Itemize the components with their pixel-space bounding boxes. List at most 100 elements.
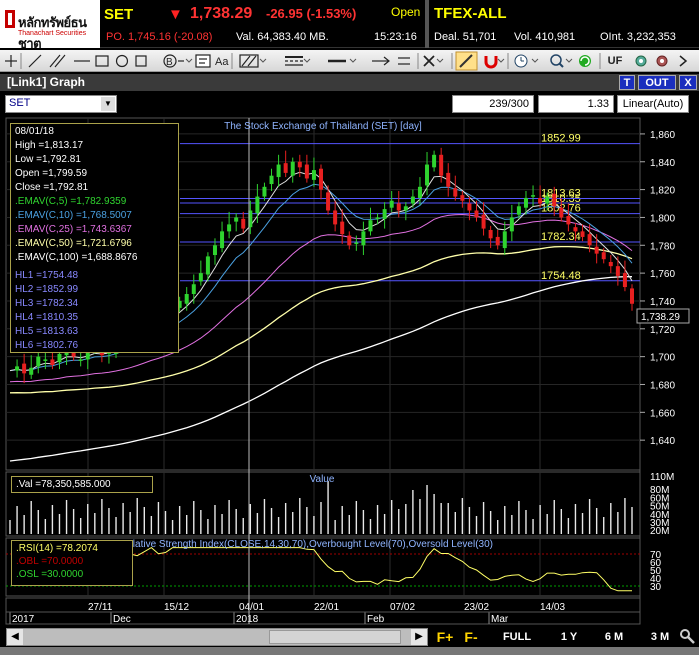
svg-text:Aa: Aa <box>215 56 229 68</box>
text-tool-icon[interactable] <box>195 54 211 68</box>
info-emav5: .EMAV(C,5) =1,782.9359 <box>15 196 127 207</box>
price-tick-label: 1,860 <box>650 130 675 141</box>
pattern-icon[interactable] <box>239 54 259 68</box>
full-button[interactable]: FULL <box>500 628 534 646</box>
index-symbol[interactable]: SET <box>104 6 133 23</box>
info-date: 08/01/18 <box>15 126 54 137</box>
close-button[interactable]: X <box>679 75 697 90</box>
zoom-icon[interactable] <box>550 54 564 68</box>
period-label: Dec <box>113 614 131 625</box>
crosshair-icon[interactable] <box>5 55 17 67</box>
candle-body <box>615 266 620 276</box>
wrench-icon[interactable] <box>679 628 697 646</box>
square-icon[interactable] <box>135 55 147 67</box>
logo-icon <box>5 10 15 28</box>
candle-body <box>630 288 634 304</box>
rectangle-icon[interactable] <box>95 55 109 67</box>
value-axis: 110M80M60M50M40M30M20M <box>650 472 674 537</box>
clock-icon[interactable] <box>514 54 528 68</box>
candle-body <box>191 284 196 294</box>
info-hl4: HL4 =1810.35 <box>15 312 79 323</box>
candle-body <box>622 273 627 288</box>
info-hl2: HL2 =1852.99 <box>15 284 79 295</box>
price-tick-label: 1,700 <box>650 353 675 364</box>
broker-logo: หลักทรัพย์ธนชาต Thanachart Securities <box>0 0 100 51</box>
candle-body <box>361 231 366 246</box>
info-emav50: .EMAV(C,50) =1,721.6796 <box>15 238 132 249</box>
candle-body <box>495 236 500 246</box>
scroll-right-icon[interactable]: ▶ <box>411 629 427 645</box>
f-minus-button[interactable]: F- <box>459 628 483 646</box>
fibonacci-icon[interactable]: B <box>163 54 184 68</box>
6m-button[interactable]: 6 M <box>598 628 630 646</box>
candle-body <box>594 246 599 254</box>
rsi-tick-label: 70 <box>650 550 662 561</box>
candle-body <box>347 235 352 246</box>
uf-button[interactable]: UF <box>604 52 626 70</box>
info-osl: .OSL =30.0000 <box>16 569 84 580</box>
out-button[interactable]: OUT <box>638 75 676 90</box>
settings-icon[interactable] <box>635 55 647 67</box>
refresh-icon[interactable] <box>579 55 591 67</box>
period-label: Mar <box>491 614 509 625</box>
symbol-select[interactable]: SET ▼ <box>5 95 117 113</box>
scroll-left-icon[interactable]: ◀ <box>7 629 23 645</box>
price-tick-label: 1,760 <box>650 269 675 280</box>
line-style-icon[interactable] <box>285 56 303 66</box>
1y-button[interactable]: 1 Y <box>554 628 584 646</box>
scroll-thumb[interactable] <box>269 630 401 644</box>
candle-body <box>241 218 246 229</box>
candle-body <box>304 164 309 179</box>
tfex-symbol[interactable]: TFEX-ALL <box>434 5 507 22</box>
bottom-nav: ◀ ▶ F+ F- FULL 1 Y 6 M 3 M <box>0 627 699 647</box>
t-button[interactable]: T <box>619 75 635 90</box>
f-plus-button[interactable]: F+ <box>434 628 456 646</box>
candle-body <box>297 161 302 168</box>
3m-button[interactable]: 3 M <box>644 628 676 646</box>
info-high: High =1,813.17 <box>15 140 84 151</box>
date-tick-label: 15/12 <box>164 602 189 613</box>
nav-arrow-icon[interactable] <box>679 55 688 67</box>
price-change: -26.95 (-1.53%) <box>266 6 357 21</box>
candle-body <box>580 231 585 237</box>
price-tick-label: 1,740 <box>650 297 675 308</box>
price-tick-label: 1,720 <box>650 325 675 336</box>
scale-mode-field[interactable]: Linear(Auto) <box>617 95 689 113</box>
arrows-icon[interactable] <box>372 56 410 66</box>
magnet-icon[interactable] <box>484 56 498 69</box>
rsi-info-box: .RSI(14) =78.2074 .OBL =70.0000 .OSL =30… <box>11 540 133 586</box>
candle-body <box>220 231 225 249</box>
date-tick-label: 23/02 <box>464 602 489 613</box>
candle-body <box>333 210 338 225</box>
info-hl6: HL6 =1802.76 <box>15 340 79 351</box>
candle-body <box>276 164 281 178</box>
candle-body <box>453 188 458 197</box>
chevron-down-icon[interactable]: ▼ <box>101 97 115 111</box>
candle-body <box>50 359 55 365</box>
candle-body <box>552 193 557 207</box>
circle-icon[interactable] <box>115 54 129 68</box>
level-label-hl1: 1754.48 <box>541 270 581 282</box>
parallel-lines-icon[interactable] <box>49 54 66 68</box>
price-tick-label: 1,820 <box>650 186 675 197</box>
date-tick-label: 22/01 <box>314 602 339 613</box>
candle-body <box>85 352 90 360</box>
candle-body <box>538 197 543 204</box>
chart-scrollbar[interactable]: ◀ ▶ <box>6 628 428 646</box>
font-icon[interactable]: Aa <box>215 56 229 68</box>
level-label-hl2: 1852.99 <box>541 133 581 145</box>
status-strip <box>0 647 699 655</box>
delete-icon[interactable] <box>423 55 435 67</box>
settings-icon-2[interactable] <box>656 55 668 67</box>
rsi-panel-title: Relative Strength Index(CLOSE,14,30,70),… <box>120 539 493 550</box>
pencil-icon[interactable] <box>455 51 478 71</box>
candle-body <box>43 359 48 361</box>
quote-divider <box>425 0 429 48</box>
candle-body <box>509 217 514 232</box>
info-hl5: HL5 =1813.63 <box>15 326 79 337</box>
price-tick-label: 1,640 <box>650 436 675 447</box>
chart-area[interactable]: 1754.481852.991782.341810.351813.631802.… <box>0 116 699 626</box>
period-label: 2018 <box>236 614 259 625</box>
candle-body <box>481 214 486 229</box>
line-icon[interactable] <box>28 54 42 68</box>
